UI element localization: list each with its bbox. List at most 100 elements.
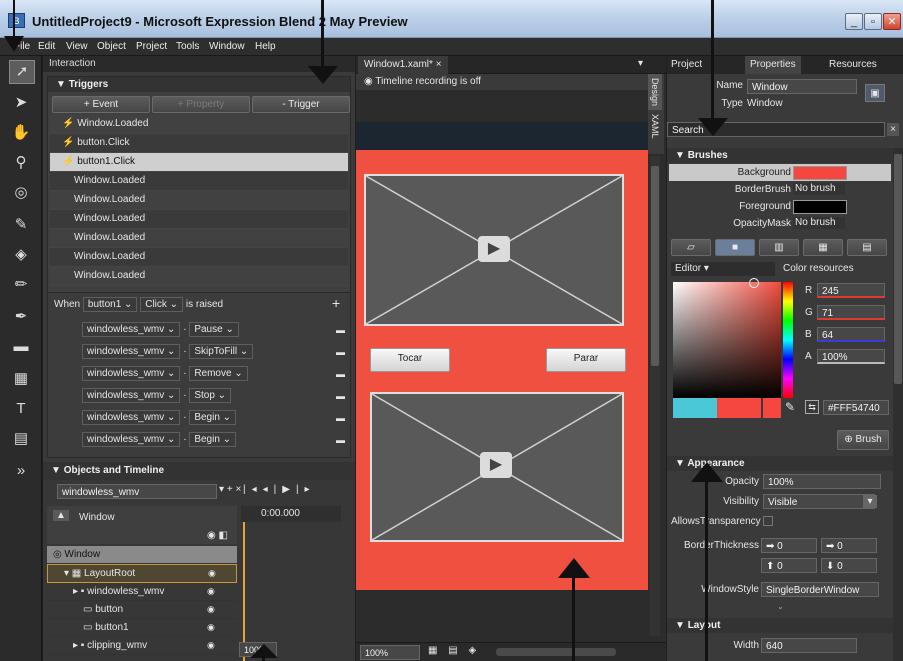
color-resources-tab[interactable]: Color resources	[783, 263, 854, 274]
action-type-dropdown[interactable]: SkipToFill ⌄	[189, 344, 254, 359]
action-type-dropdown[interactable]: Stop ⌄	[189, 388, 232, 403]
document-tab[interactable]: Window1.xaml* ×	[358, 56, 448, 74]
action-row[interactable]: windowless_wmv ⌄ · SkipToFill ⌄ ▬	[48, 341, 352, 363]
menu-help[interactable]: Help	[255, 41, 276, 52]
record-indicator-icon[interactable]: ◉	[364, 76, 373, 87]
dropdown-arrow-icon[interactable]: ▾	[863, 495, 877, 508]
remove-action-icon[interactable]: ▬	[336, 429, 345, 451]
step-forward-icon[interactable]: |▸	[296, 484, 316, 495]
action-row[interactable]: windowless_wmv ⌄ · Stop ⌄ ▬	[48, 385, 352, 407]
minimize-button[interactable]: _	[845, 13, 863, 30]
visibility-eye-icon[interactable]: ◉	[207, 601, 215, 618]
brush-row[interactable]: Foreground	[669, 198, 891, 215]
properties-tab[interactable]: Properties	[745, 56, 801, 74]
convert-to-brush-button[interactable]: ⊕ Brush	[837, 430, 889, 450]
action-target-dropdown[interactable]: windowless_wmv ⌄	[82, 322, 181, 337]
layout-grid-icon[interactable]: ▦	[9, 368, 33, 390]
trigger-item[interactable]: ⚡ Window.Loaded	[50, 115, 348, 134]
border-thickness-right[interactable]: ➡ 0	[821, 538, 877, 553]
artboard-window[interactable]: ▶ Tocar Parar ▶	[356, 150, 648, 590]
brush-resources-icon[interactable]: ▤	[847, 239, 887, 256]
editor-tab[interactable]: Editor ▾	[671, 262, 775, 276]
brush-value[interactable]: No brush	[793, 217, 845, 229]
channel-input[interactable]: 71	[817, 305, 885, 320]
play-icon[interactable]: ▶	[282, 484, 296, 495]
tab-menu-icon[interactable]: ▾	[638, 58, 643, 69]
view-toggle-icons[interactable]: ▦ ▤ ◈	[428, 645, 480, 656]
object-tree-node[interactable]: ▭ button1 ◉	[47, 619, 237, 637]
remove-action-icon[interactable]: ▬	[336, 341, 345, 363]
trigger-item[interactable]: Window.Loaded	[50, 210, 348, 229]
action-row[interactable]: windowless_wmv ⌄ · Remove ⌄ ▬	[48, 363, 352, 385]
properties-scrollbar[interactable]	[893, 148, 903, 661]
paint-bucket-icon[interactable]: ◈	[9, 244, 33, 266]
object-tree-node[interactable]: ◎ Window	[47, 546, 237, 564]
width-input[interactable]: 640	[761, 638, 857, 653]
objects-timeline-header[interactable]: ▼ Objects and Timeline	[43, 462, 355, 480]
triggers-header[interactable]: ▼ Triggers	[48, 77, 350, 92]
camera-orbit-icon[interactable]: ◎	[9, 182, 33, 204]
artboard-zoom[interactable]: 100%	[360, 645, 420, 660]
media-element-top[interactable]: ▶	[364, 174, 624, 326]
clear-search-icon[interactable]: ×	[887, 123, 899, 136]
horizontal-scrollbar[interactable]	[496, 648, 616, 656]
element-preview-icon[interactable]: ▣	[865, 84, 885, 102]
object-tree-node[interactable]: ▸ ▪ windowless_wmv ◉	[47, 583, 237, 601]
pan-hand-icon[interactable]: ✋	[9, 122, 33, 144]
remove-action-icon[interactable]: ▬	[336, 407, 345, 429]
trigger-item[interactable]: Window.Loaded	[50, 248, 348, 267]
expand-advanced-icon[interactable]: ⌄	[777, 602, 784, 611]
color-space-icon[interactable]: ⇆	[805, 400, 819, 414]
action-target-dropdown[interactable]: windowless_wmv ⌄	[82, 432, 181, 447]
zoom-icon[interactable]: ⚲	[9, 152, 33, 174]
when-event-dropdown[interactable]: Click ⌄	[140, 297, 184, 312]
action-target-dropdown[interactable]: windowless_wmv ⌄	[82, 366, 181, 381]
last-color-swatch[interactable]	[763, 398, 781, 418]
color-picker-area[interactable]	[673, 278, 781, 398]
controls-icon[interactable]: ▤	[9, 428, 33, 450]
menu-tools[interactable]: Tools	[176, 41, 199, 52]
menu-edit[interactable]: Edit	[38, 41, 55, 52]
windowstyle-dropdown[interactable]: SingleBorderWindow	[761, 582, 879, 597]
action-target-dropdown[interactable]: windowless_wmv ⌄	[82, 410, 181, 425]
timeline-ruler[interactable]: 0:00.000	[241, 506, 341, 522]
text-tool-icon[interactable]: T	[9, 398, 33, 420]
trigger-item[interactable]: Window.Loaded	[50, 191, 348, 210]
solid-brush-icon[interactable]: ■	[715, 239, 755, 256]
eye-lock-icons[interactable]: ◉ ◧	[207, 530, 228, 541]
storyboard-selector[interactable]: windowless_wmv	[57, 484, 217, 499]
object-tree-node[interactable]: ▭ button ◉	[47, 601, 237, 619]
resources-tab[interactable]: Resources	[829, 59, 877, 70]
trigger-item[interactable]: ⚡ button1.Click	[50, 153, 348, 172]
close-storyboard-icon[interactable]: ×	[235, 484, 241, 495]
direct-selection-icon[interactable]: ➤	[9, 92, 33, 114]
action-row[interactable]: windowless_wmv ⌄ · Pause ⌄ ▬	[48, 319, 352, 341]
add-action-icon[interactable]: +	[332, 295, 340, 311]
visibility-dropdown[interactable]: Visible	[763, 494, 875, 509]
brush-row[interactable]: BorderBrush No brush	[669, 181, 891, 198]
allows-transparency-checkbox[interactable]	[763, 516, 773, 526]
dropdown-arrow-icon[interactable]: ▾	[219, 484, 224, 495]
design-tab[interactable]: Design	[648, 74, 662, 111]
menu-view[interactable]: View	[66, 41, 88, 52]
go-to-start-icon[interactable]: |◂	[243, 484, 263, 495]
border-thickness-bottom[interactable]: ⬇ 0	[821, 558, 877, 573]
action-target-dropdown[interactable]: windowless_wmv ⌄	[82, 344, 181, 359]
media-element-bottom[interactable]: ▶	[370, 392, 624, 542]
vertical-scrollbar[interactable]	[650, 156, 660, 636]
no-brush-icon[interactable]: ▱	[671, 239, 711, 256]
channel-input[interactable]: 64	[817, 327, 885, 342]
remove-action-icon[interactable]: ▬	[336, 385, 345, 407]
action-type-dropdown[interactable]: Pause ⌄	[189, 322, 239, 337]
color-picker-handle[interactable]	[749, 278, 759, 288]
menu-project[interactable]: Project	[136, 41, 167, 52]
parar-button[interactable]: Parar	[546, 348, 626, 372]
opacity-input[interactable]: 100%	[763, 474, 881, 489]
current-color-swatch[interactable]	[717, 398, 761, 418]
playhead[interactable]	[243, 522, 245, 661]
visibility-eye-icon[interactable]: ◉	[207, 619, 215, 636]
scope-up-icon[interactable]: ▲	[53, 510, 69, 521]
xaml-tab[interactable]: XAML	[648, 110, 662, 143]
add-property-button[interactable]: + Property	[152, 96, 250, 113]
menu-window[interactable]: Window	[209, 41, 245, 52]
